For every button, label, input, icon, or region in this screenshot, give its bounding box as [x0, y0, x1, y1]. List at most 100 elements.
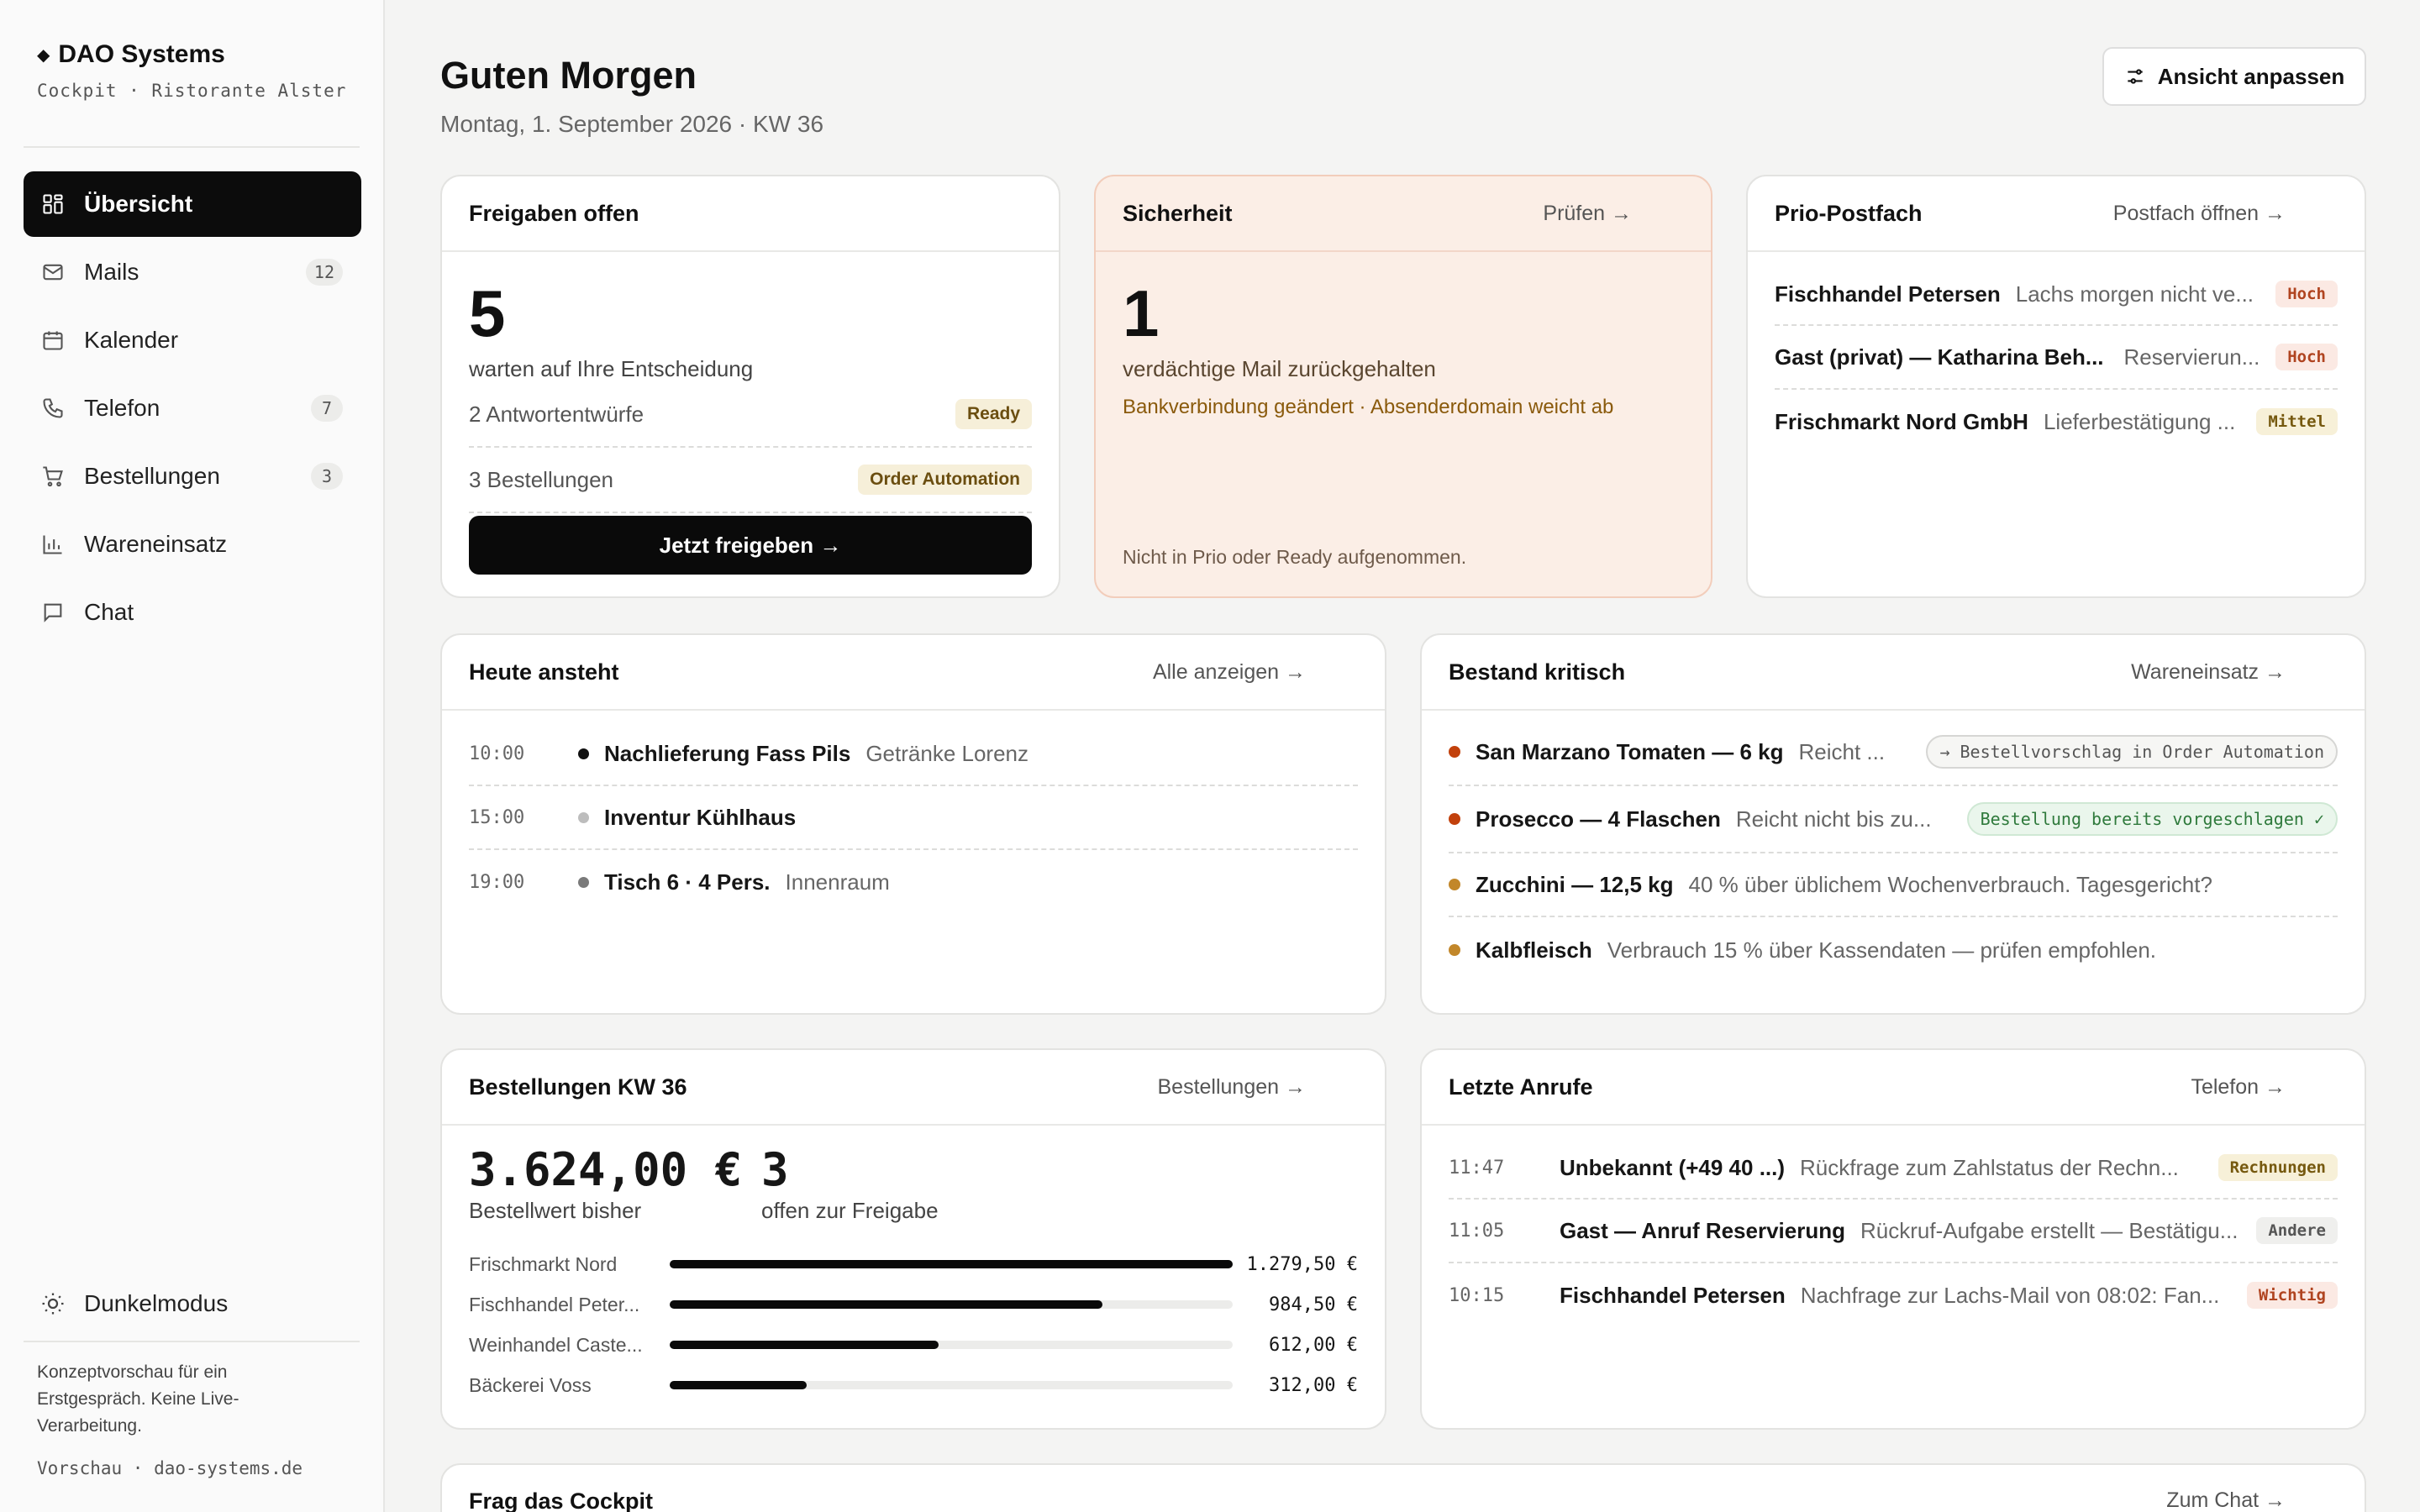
bar-chart-icon — [40, 532, 66, 557]
agenda-item[interactable]: 15:00 Inventur Kühlhaus — [469, 786, 1358, 850]
status-dot — [578, 876, 589, 888]
sidebar-item-uebersicht[interactable]: Übersicht — [24, 171, 361, 237]
sidebar-footer-divider — [24, 1341, 360, 1342]
supplier-bar-track — [670, 1260, 1233, 1268]
today-card-header: Heute ansteht Alle anzeigen → — [442, 635, 1385, 711]
supplier-row[interactable]: Frischmarkt Nord 1.279,50 € — [469, 1244, 1358, 1284]
call-detail: Rückfrage zum Zahlstatus der Rechn... — [1800, 1154, 2179, 1180]
approve-now-button[interactable]: Jetzt freigeben → — [469, 516, 1032, 575]
supplier-row[interactable]: Weinhandel Caste... 612,00 € — [469, 1325, 1358, 1365]
approvals-body: 5 warten auf Ihre Entscheidung 2 Antwort… — [442, 281, 1059, 513]
supplier-name: Frischmarkt Nord — [469, 1252, 618, 1275]
security-count-label: verdächtige Mail zurückgehalten — [1123, 356, 1436, 381]
agenda-time: 10:00 — [469, 743, 525, 764]
agenda-time: 15:00 — [469, 806, 525, 828]
inbox-subject: Lachs morgen nicht ve... — [2015, 281, 2254, 307]
sidebar-item-mails[interactable]: Mails 12 — [24, 239, 361, 305]
approval-row[interactable]: 3 Bestellungen Order Automation — [469, 448, 1032, 513]
brand-title[interactable]: ◆ DAO Systems — [37, 40, 346, 69]
supplier-amount: 312,00 € — [1269, 1374, 1358, 1396]
security-detail: Bankverbindung geändert · Absenderdomain… — [1123, 396, 1614, 418]
ask-title: Frag das Cockpit — [469, 1488, 654, 1512]
stock-title-text: Zucchini — 12,5 kg — [1476, 871, 1674, 897]
order-suggestion-tag[interactable]: → Bestellvorschlag in Order Automation — [1926, 735, 2338, 769]
open-inbox-link[interactable]: Postfach öffnen → — [2113, 202, 2286, 226]
stock-warning-dot — [1449, 879, 1460, 890]
inbox-subject: Reservierun... — [2123, 344, 2260, 370]
call-category-tag: Andere — [2256, 1217, 2338, 1244]
sidebar-item-label: Kalender — [84, 327, 179, 353]
supplier-name: Weinhandel Caste... — [469, 1333, 643, 1356]
dark-mode-label: Dunkelmodus — [84, 1290, 229, 1316]
cart-icon — [40, 464, 66, 489]
calls-list: 11:47 Unbekannt (+49 40 ...) Rückfrage z… — [1422, 1126, 2365, 1327]
security-card: Sicherheit Prüfen → 1 verdächtige Mail z… — [1094, 175, 1712, 598]
stock-item[interactable]: Prosecco — 4 Flaschen Reicht nicht bis z… — [1449, 786, 2338, 853]
supplier-row[interactable]: Bäckerei Voss 312,00 € — [469, 1365, 1358, 1405]
agenda-detail: Getränke Lorenz — [865, 740, 1028, 766]
sidebar-nav: Übersicht Mails 12 Kalender Telefon 7 Be… — [24, 171, 361, 648]
security-count: 1 — [1123, 276, 1160, 350]
calls-link[interactable]: Telefon → — [2191, 1075, 2286, 1100]
call-item[interactable]: 11:47 Unbekannt (+49 40 ...) Rückfrage z… — [1449, 1137, 2338, 1200]
sidebar-item-wareneinsatz[interactable]: Wareneinsatz — [24, 512, 361, 577]
approvals-card-header: Freigaben offen — [442, 176, 1059, 252]
supplier-bar-list: Frischmarkt Nord 1.279,50 € Fischhandel … — [469, 1244, 1358, 1405]
stock-link[interactable]: Wareneinsatz → — [2131, 660, 2286, 685]
call-item[interactable]: 11:05 Gast — Anruf Reservierung Rückruf-… — [1449, 1200, 2338, 1263]
approvals-count: 5 — [469, 276, 506, 350]
sidebar-item-bestellungen[interactable]: Bestellungen 3 — [24, 444, 361, 509]
approvals-card: Freigaben offen 5 warten auf Ihre Entsch… — [440, 175, 1060, 598]
approval-row[interactable]: 2 Antwortentwürfe Ready — [469, 382, 1032, 448]
sidebar-item-label: Bestellungen — [84, 463, 220, 489]
orders-open-label: offen zur Freigabe — [761, 1198, 939, 1223]
diamond-icon: ◆ — [37, 45, 50, 65]
priority-inbox-card: Prio-Postfach Postfach öffnen → Fischhan… — [1746, 175, 2366, 598]
call-time: 11:05 — [1449, 1220, 1505, 1242]
call-item[interactable]: 10:15 Fischhandel Petersen Nachfrage zur… — [1449, 1263, 2338, 1327]
orders-link[interactable]: Bestellungen → — [1157, 1075, 1306, 1100]
inbox-sender: Fischhandel Petersen — [1775, 281, 2001, 307]
stock-item[interactable]: Zucchini — 12,5 kg 40 % über üblichem Wo… — [1449, 853, 2338, 917]
go-to-chat-link[interactable]: Zum Chat → — [2166, 1488, 2286, 1512]
customize-view-button[interactable]: Ansicht anpassen — [2102, 47, 2366, 106]
calendar-icon — [40, 328, 66, 353]
brand-name: DAO Systems — [58, 40, 225, 68]
stock-item[interactable]: San Marzano Tomaten — 6 kg Reicht ... → … — [1449, 719, 2338, 786]
security-note: Nicht in Prio oder Ready aufgenommen. — [1123, 546, 1467, 568]
stock-item[interactable]: Kalbfleisch Verbrauch 15 % über Kassenda… — [1449, 917, 2338, 983]
brand: ◆ DAO Systems Cockpit · Ristorante Alste… — [37, 40, 346, 101]
orders-card: Bestellungen KW 36 Bestellungen → 3.624,… — [440, 1048, 1386, 1430]
agenda-item[interactable]: 19:00 Tisch 6 · 4 Pers. Innenraum — [469, 850, 1358, 914]
today-card: Heute ansteht Alle anzeigen → 10:00 Nach… — [440, 633, 1386, 1015]
call-detail: Rückruf-Aufgabe erstellt — Bestätigu... — [1860, 1217, 2238, 1243]
dark-mode-toggle[interactable]: Dunkelmodus — [40, 1290, 228, 1317]
stock-alert-dot — [1449, 746, 1460, 758]
inbox-item[interactable]: Gast (privat) — Katharina Beh... Reservi… — [1775, 326, 2338, 390]
sidebar-item-label: Mails — [84, 259, 139, 285]
agenda-title: Inventur Kühlhaus — [604, 804, 797, 830]
sidebar-divider — [24, 146, 360, 148]
agenda-time: 19:00 — [469, 871, 525, 893]
sidebar-item-telefon[interactable]: Telefon 7 — [24, 375, 361, 441]
show-all-link[interactable]: Alle anzeigen → — [1153, 660, 1306, 685]
stock-card-header: Bestand kritisch Wareneinsatz → — [1422, 635, 2365, 711]
supplier-row[interactable]: Fischhandel Peter... 984,50 € — [469, 1284, 1358, 1325]
sidebar-item-label: Wareneinsatz — [84, 531, 228, 557]
security-check-link[interactable]: Prüfen → — [1543, 202, 1632, 226]
agenda-item[interactable]: 10:00 Nachlieferung Fass Pils Getränke L… — [469, 722, 1358, 786]
sidebar-item-chat[interactable]: Chat — [24, 580, 361, 645]
inbox-item[interactable]: Frischmarkt Nord GmbH Lieferbestätigung … — [1775, 390, 2338, 454]
preview-link[interactable]: Vorschau · dao-systems.de — [37, 1458, 302, 1478]
supplier-bar-fill — [670, 1260, 1233, 1268]
supplier-bar-track — [670, 1341, 1233, 1349]
orders-title: Bestellungen KW 36 — [469, 1074, 687, 1100]
inbox-item[interactable]: Fischhandel Petersen Lachs morgen nicht … — [1775, 264, 2338, 326]
supplier-bar-fill — [670, 1341, 939, 1349]
approvals-title: Freigaben offen — [469, 200, 639, 226]
concept-note: Konzeptvorschau für ein Erstgespräch. Ke… — [37, 1362, 239, 1436]
sidebar-item-kalender[interactable]: Kalender — [24, 307, 361, 373]
orders-card-header: Bestellungen KW 36 Bestellungen → — [442, 1050, 1385, 1126]
inbox-sender: Frischmarkt Nord GmbH — [1775, 408, 2028, 434]
today-list: 10:00 Nachlieferung Fass Pils Getränke L… — [442, 711, 1385, 914]
